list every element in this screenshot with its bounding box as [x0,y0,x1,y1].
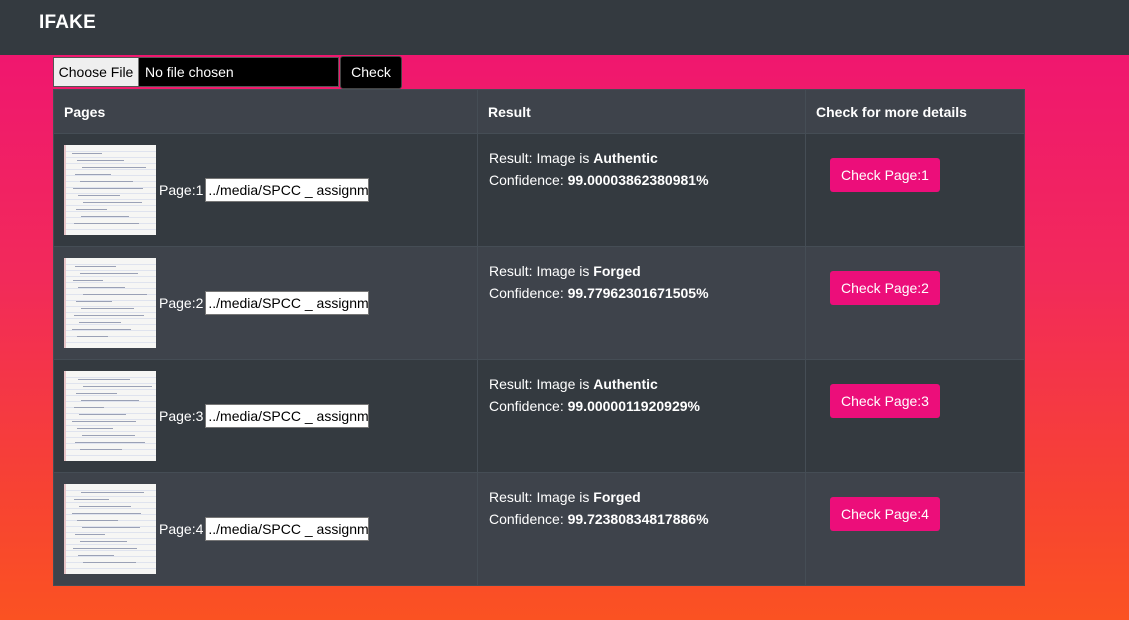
result-prefix: Result: Image is [489,263,594,279]
path-input[interactable]: ../media/SPCC _ assignme [205,178,370,202]
header-result: Result [477,89,806,134]
page-label: Page:2 [159,295,204,311]
table-row: Page:4 ../media/SPCC _ assignme Result: … [53,472,1025,586]
result-value: Forged [593,263,641,279]
details-cell: Check Page:1 [805,133,1025,247]
result-prefix: Result: Image is [489,376,594,392]
result-cell: Result: Image is Authentic Confidence: 9… [477,359,806,473]
confidence-prefix: Confidence: [489,398,568,414]
confidence-value: 99.72380834817886% [567,511,709,527]
path-input[interactable]: ../media/SPCC _ assignme [205,404,370,428]
choose-file-button[interactable]: Choose File [54,58,139,86]
result-cell: Result: Image is Forged Confidence: 99.7… [477,246,806,360]
header-pages: Pages [53,89,478,134]
pages-cell: Page:4 ../media/SPCC _ assignme [53,472,478,586]
page-thumbnail [64,145,156,235]
table-row: Page:3 ../media/SPCC _ assignme Result: … [53,359,1025,473]
details-cell: Check Page:3 [805,359,1025,473]
result-prefix: Result: Image is [489,150,594,166]
path-input[interactable]: ../media/SPCC _ assignme [205,291,370,315]
brand-logo[interactable]: IFAKE [39,12,96,34]
file-input[interactable]: Choose File No file chosen [53,57,339,87]
result-value: Authentic [593,376,658,392]
confidence-value: 99.00003862380981% [567,172,709,188]
table-row: Page:1 ../media/SPCC _ assignme Result: … [53,133,1025,247]
result-cell: Result: Image is Forged Confidence: 99.7… [477,472,806,586]
check-page-button[interactable]: Check Page:3 [830,384,940,418]
result-cell: Result: Image is Authentic Confidence: 9… [477,133,806,247]
check-page-button[interactable]: Check Page:2 [830,271,940,305]
check-button[interactable]: Check [340,56,402,89]
table-row: Page:2 ../media/SPCC _ assignme Result: … [53,246,1025,360]
table-header-row: Pages Result Check for more details [53,89,1025,134]
page-label: Page:4 [159,521,204,537]
page-label: Page:3 [159,408,204,424]
confidence-value: 99.77962301671505% [567,285,709,301]
navbar: IFAKE [0,0,1129,55]
header-details: Check for more details [805,89,1025,134]
check-page-button[interactable]: Check Page:1 [830,158,940,192]
details-cell: Check Page:4 [805,472,1025,586]
check-page-button[interactable]: Check Page:4 [830,497,940,531]
page-label: Page:1 [159,182,204,198]
page-thumbnail [64,371,156,461]
result-value: Forged [593,489,641,505]
pages-cell: Page:2 ../media/SPCC _ assignme [53,246,478,360]
confidence-prefix: Confidence: [489,285,568,301]
path-input[interactable]: ../media/SPCC _ assignme [205,517,370,541]
result-value: Authentic [593,150,658,166]
confidence-prefix: Confidence: [489,172,568,188]
pages-cell: Page:3 ../media/SPCC _ assignme [53,359,478,473]
page-thumbnail [64,258,156,348]
pages-cell: Page:1 ../media/SPCC _ assignme [53,133,478,247]
result-prefix: Result: Image is [489,489,594,505]
details-cell: Check Page:2 [805,246,1025,360]
file-status-text: No file chosen [145,64,234,80]
page-thumbnail [64,484,156,574]
confidence-prefix: Confidence: [489,511,568,527]
results-table: Pages Result Check for more details Page… [53,89,1025,586]
confidence-value: 99.0000011920929% [567,398,700,414]
